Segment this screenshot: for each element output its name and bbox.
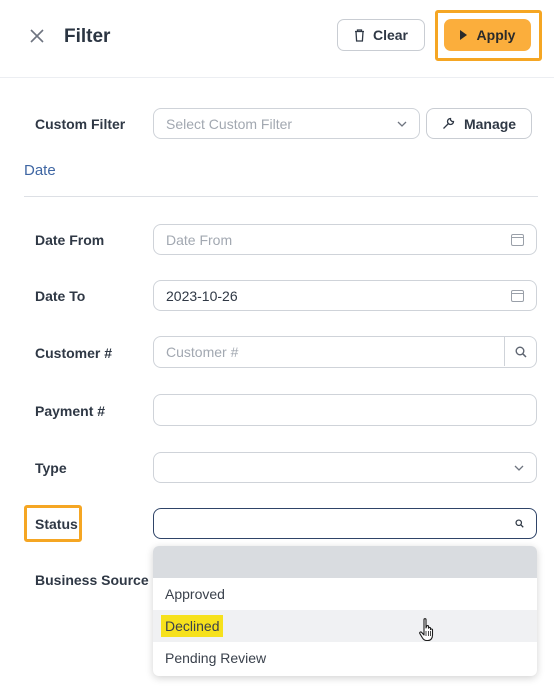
customer-placeholder: Customer # (166, 344, 239, 360)
custom-filter-label: Custom Filter (35, 116, 126, 132)
dropdown-empty-option[interactable] (153, 546, 537, 578)
date-to-field[interactable]: 2023-10-26 (153, 280, 537, 311)
status-label: Status (35, 516, 78, 532)
date-to-label: Date To (35, 288, 86, 304)
apply-label: Apply (476, 27, 516, 43)
page-title: Filter (64, 26, 111, 47)
chevron-down-icon (514, 465, 524, 471)
option-label: Approved (165, 586, 225, 602)
date-from-label: Date From (35, 232, 105, 248)
business-source-label: Business Source (35, 572, 149, 588)
payment-field[interactable] (153, 394, 537, 426)
play-icon (459, 30, 467, 40)
clear-button[interactable]: Clear (337, 19, 425, 51)
option-label: Pending Review (165, 650, 267, 666)
custom-filter-select[interactable]: Select Custom Filter (153, 108, 420, 139)
search-icon (515, 346, 527, 358)
section-title-date: Date (24, 162, 56, 179)
calendar-icon[interactable] (511, 289, 524, 302)
type-select[interactable] (153, 452, 537, 483)
calendar-icon[interactable] (511, 233, 524, 246)
customer-search-button[interactable] (504, 337, 536, 366)
close-icon[interactable] (27, 28, 47, 48)
manage-label: Manage (463, 115, 517, 132)
chevron-down-icon (397, 121, 407, 127)
hand-pointer-icon (419, 618, 434, 642)
payment-label: Payment # (35, 403, 106, 419)
custom-filter-placeholder: Select Custom Filter (166, 115, 293, 132)
filter-header: Filter Clear Apply (0, 0, 554, 78)
date-from-placeholder: Date From (166, 231, 233, 248)
status-option-pending-review[interactable]: Pending Review (153, 642, 537, 674)
type-label: Type (35, 460, 67, 476)
manage-button[interactable]: Manage (426, 108, 532, 139)
status-dropdown: Approved Declined Pending Review (153, 546, 537, 676)
date-from-field[interactable]: Date From (153, 224, 537, 255)
wrench-icon (442, 117, 455, 129)
status-option-approved[interactable]: Approved (153, 578, 537, 610)
apply-button[interactable]: Apply (444, 19, 531, 51)
status-option-declined[interactable]: Declined (153, 610, 537, 642)
search-icon (515, 519, 524, 528)
option-label: Declined (161, 615, 224, 637)
customer-label: Customer # (35, 345, 113, 361)
status-select[interactable] (153, 508, 537, 539)
date-to-value: 2023-10-26 (166, 287, 238, 304)
section-divider (24, 196, 538, 197)
clear-label: Clear (372, 27, 409, 43)
trash-icon (354, 28, 364, 42)
customer-field[interactable]: Customer # (153, 336, 537, 368)
